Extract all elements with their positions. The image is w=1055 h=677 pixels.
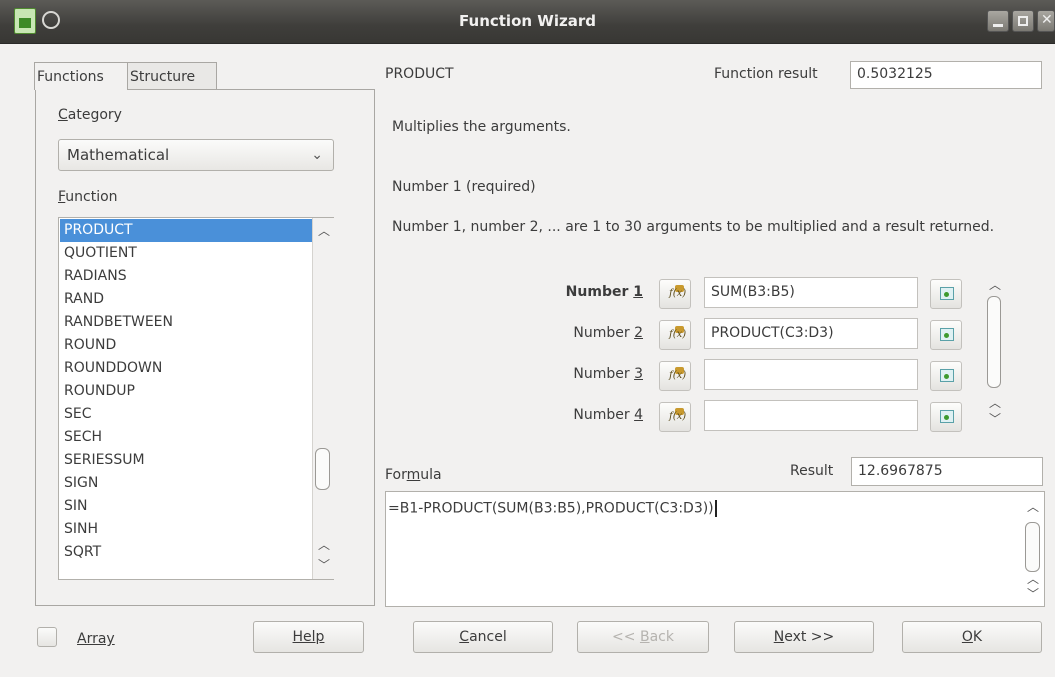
formula-text: =B1-PRODUCT(SUM(B3:B5),PRODUCT(C3:D3)) bbox=[388, 500, 717, 517]
function-name: PRODUCT bbox=[385, 66, 454, 82]
function-wizard-button[interactable]: f(x) bbox=[659, 402, 691, 432]
title-bar: Function Wizard ✕ bbox=[0, 0, 1055, 44]
scroll-down-icon[interactable]: ﹀ bbox=[1027, 585, 1039, 602]
cancel-button[interactable]: Cancel bbox=[413, 621, 553, 653]
scroll-up-icon[interactable]: ︿ bbox=[989, 394, 1001, 411]
scroll-down-icon[interactable]: ﹀ bbox=[989, 410, 1001, 427]
category-select[interactable]: Mathematical ⌄ bbox=[58, 139, 334, 171]
function-wizard-button[interactable]: f(x) bbox=[659, 279, 691, 309]
function-label: Function bbox=[58, 189, 118, 205]
function-list-scrollbar[interactable]: ︿ ︿ ﹀ bbox=[312, 218, 334, 579]
function-result-field[interactable]: 0.5032125 bbox=[850, 61, 1042, 89]
number-4-field[interactable] bbox=[704, 400, 918, 431]
list-item[interactable]: SECH bbox=[60, 426, 314, 449]
function-description: Multiplies the arguments. bbox=[392, 119, 571, 135]
scroll-thumb[interactable] bbox=[1025, 522, 1040, 572]
fx-icon: f(x) bbox=[669, 288, 687, 299]
scroll-up-icon[interactable]: ︿ bbox=[989, 276, 1001, 293]
function-result-label: Function result bbox=[714, 66, 818, 82]
tab-structure[interactable]: Structure bbox=[127, 62, 217, 90]
fx-icon: f(x) bbox=[669, 370, 687, 381]
scroll-thumb[interactable] bbox=[315, 448, 330, 490]
function-wizard-button[interactable]: f(x) bbox=[659, 320, 691, 350]
list-item[interactable]: RAND bbox=[60, 288, 314, 311]
function-wizard-button[interactable]: f(x) bbox=[659, 361, 691, 391]
category-label: Category bbox=[58, 107, 122, 123]
result-label: Result bbox=[790, 463, 834, 479]
array-label[interactable]: Array bbox=[77, 631, 115, 647]
list-item[interactable]: PRODUCT bbox=[60, 219, 314, 242]
chevron-down-icon: ⌄ bbox=[311, 147, 323, 163]
fx-icon: f(x) bbox=[669, 411, 687, 422]
argument-description: Number 1, number 2, ... are 1 to 30 argu… bbox=[392, 219, 995, 235]
scroll-down-icon[interactable]: ﹀ bbox=[318, 556, 330, 573]
list-item[interactable]: ROUNDUP bbox=[60, 380, 314, 403]
list-item[interactable]: SEC bbox=[60, 403, 314, 426]
result-field[interactable]: 12.6967875 bbox=[851, 457, 1043, 486]
array-checkbox[interactable] bbox=[37, 627, 57, 647]
number-4-label: Number 4 bbox=[573, 407, 643, 423]
list-item[interactable]: SIN bbox=[60, 495, 314, 518]
number-2-label: Number 2 bbox=[573, 325, 643, 341]
list-item[interactable]: QUOTIENT bbox=[60, 242, 314, 265]
list-item[interactable]: SERIESSUM bbox=[60, 449, 314, 472]
fx-icon: f(x) bbox=[669, 329, 687, 340]
back-button[interactable]: << Back bbox=[577, 621, 709, 653]
close-icon[interactable]: ✕ bbox=[1037, 10, 1055, 32]
scroll-thumb[interactable] bbox=[987, 296, 1001, 388]
function-list[interactable]: PRODUCT QUOTIENT RADIANS RAND RANDBETWEE… bbox=[58, 217, 334, 580]
select-range-button[interactable] bbox=[930, 361, 962, 391]
list-item[interactable]: SINH bbox=[60, 518, 314, 541]
list-item[interactable]: RANDBETWEEN bbox=[60, 311, 314, 334]
formula-scrollbar[interactable]: ︿ ︿ ﹀ bbox=[1022, 492, 1044, 606]
select-range-button[interactable] bbox=[930, 320, 962, 350]
window-title: Function Wizard bbox=[459, 12, 596, 30]
list-item[interactable]: SQRT bbox=[60, 541, 314, 564]
argument-title: Number 1 (required) bbox=[392, 179, 536, 195]
number-3-label: Number 3 bbox=[573, 366, 643, 382]
number-2-field[interactable]: PRODUCT(C3:D3) bbox=[704, 318, 918, 349]
list-item[interactable]: RADIANS bbox=[60, 265, 314, 288]
list-item[interactable]: SIGN bbox=[60, 472, 314, 495]
minimize-icon[interactable] bbox=[987, 10, 1009, 32]
number-1-field[interactable]: SUM(B3:B5) bbox=[704, 277, 918, 308]
next-button[interactable]: Next >> bbox=[734, 621, 874, 653]
formula-editor[interactable]: =B1-PRODUCT(SUM(B3:B5),PRODUCT(C3:D3)) ︿… bbox=[385, 491, 1045, 607]
number-3-field[interactable] bbox=[704, 359, 918, 390]
list-item[interactable]: ROUND bbox=[60, 334, 314, 357]
scroll-up-icon[interactable]: ︿ bbox=[1027, 498, 1039, 515]
scroll-up-icon[interactable]: ︿ bbox=[318, 222, 330, 239]
number-1-label: Number 1 bbox=[565, 284, 643, 300]
text-cursor bbox=[714, 500, 717, 517]
scroll-up-icon[interactable]: ︿ bbox=[318, 536, 330, 553]
select-range-button[interactable] bbox=[930, 279, 962, 309]
tab-functions[interactable]: Functions bbox=[34, 62, 128, 90]
formula-label: Formula bbox=[385, 467, 442, 483]
arguments-scrollbar[interactable]: ︿ ︿ ﹀ bbox=[984, 276, 1004, 438]
ok-button[interactable]: OK bbox=[902, 621, 1042, 653]
maximize-icon[interactable] bbox=[1012, 10, 1034, 32]
select-range-button[interactable] bbox=[930, 402, 962, 432]
category-value: Mathematical bbox=[67, 146, 170, 164]
help-button[interactable]: Help bbox=[253, 621, 364, 653]
list-item[interactable]: ROUNDDOWN bbox=[60, 357, 314, 380]
